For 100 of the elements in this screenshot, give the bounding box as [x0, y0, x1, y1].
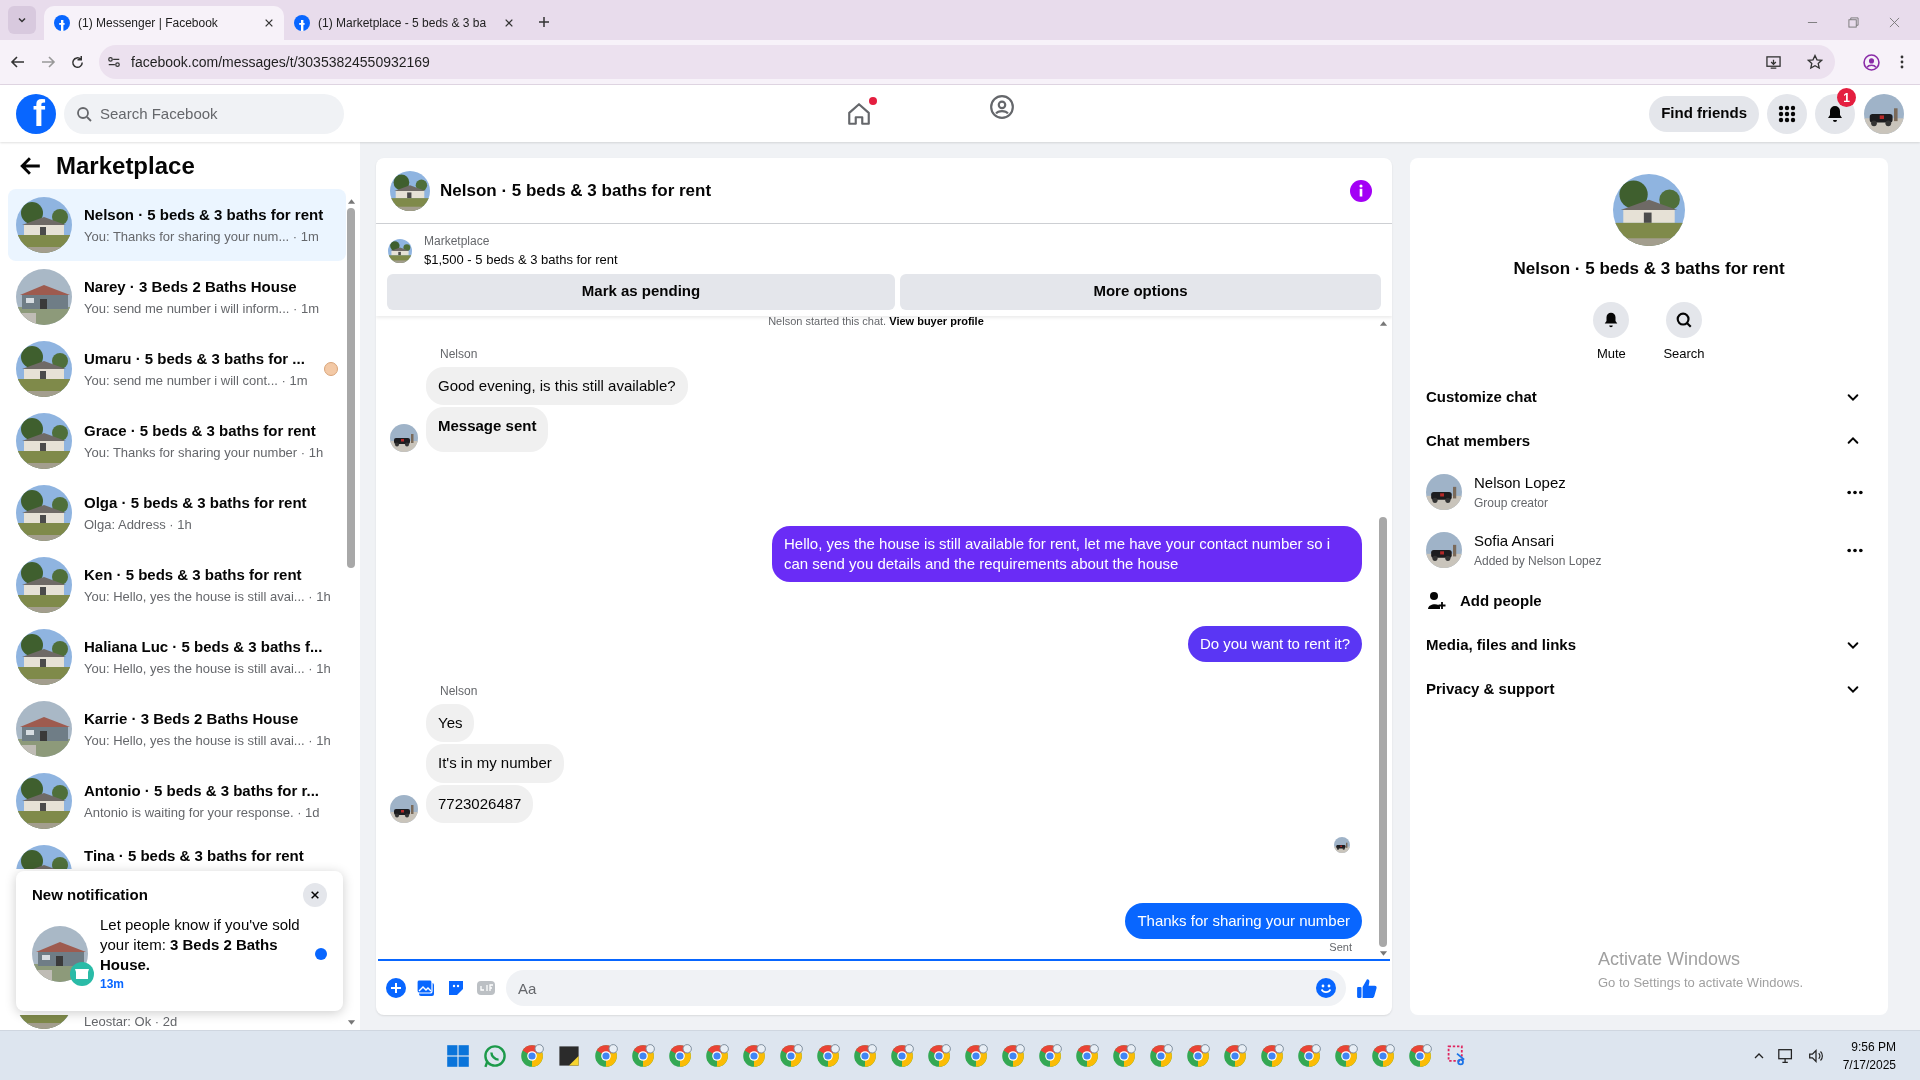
mark-pending-button[interactable]: Mark as pending — [387, 273, 895, 310]
menu-button[interactable] — [1767, 93, 1807, 134]
browser-icon[interactable] — [1259, 1043, 1284, 1068]
grid-icon[interactable] — [1778, 104, 1796, 123]
scroll-up-icon[interactable] — [1378, 319, 1388, 326]
scroll-down-icon[interactable] — [1378, 951, 1388, 957]
member-row[interactable]: Sofia Ansari Added by Nelson Lopez — [1426, 521, 1872, 579]
network-icon[interactable] — [1776, 1046, 1795, 1065]
browser-icon[interactable] — [1370, 1043, 1395, 1068]
find-friends-button[interactable]: Find friends — [1649, 95, 1759, 132]
bell-icon[interactable] — [1825, 103, 1845, 124]
browser-icon[interactable] — [704, 1043, 729, 1068]
section-header[interactable]: Chat members — [1426, 419, 1872, 463]
member-row[interactable]: Nelson Lopez Group creator — [1426, 463, 1872, 521]
add-people-button[interactable]: Add people — [1426, 579, 1872, 623]
emoji-icon[interactable] — [1316, 978, 1336, 998]
address-bar[interactable]: facebook.com/messages/t/30353824550932169 — [99, 45, 1835, 79]
notes-icon[interactable] — [556, 1043, 581, 1068]
scroll-down-icon[interactable] — [346, 1020, 356, 1026]
site-info-icon[interactable] — [107, 55, 121, 69]
browser-icon[interactable] — [852, 1043, 877, 1068]
photo-icon[interactable] — [416, 978, 436, 998]
forward-icon[interactable] — [40, 54, 56, 70]
conversation-item[interactable]: Grace · 5 beds & 3 baths for rent You: Thanks for sharing your number · 1h — [8, 405, 346, 477]
notifications-button[interactable] — [1815, 93, 1855, 134]
browser-icon[interactable] — [1148, 1043, 1173, 1068]
bookmark-star-icon[interactable] — [1807, 54, 1823, 70]
info-icon[interactable] — [1350, 179, 1372, 202]
close-icon[interactable] — [264, 18, 274, 28]
browser-icon[interactable] — [963, 1043, 988, 1068]
conversation-title: Ken · 5 beds & 3 baths for rent — [84, 565, 303, 585]
watermark-text: Go to Settings to activate Windows. — [1598, 974, 1804, 992]
conversation-item[interactable]: Olga · 5 beds & 3 baths for rent Olga: Address · 1h — [8, 477, 346, 549]
browser-icon[interactable] — [1000, 1043, 1025, 1068]
browser-icon[interactable] — [1296, 1043, 1321, 1068]
profile-icon[interactable] — [1863, 53, 1880, 71]
mute-button[interactable] — [1593, 301, 1630, 338]
conversation-item[interactable]: Nelson · 5 beds & 3 baths for rent You: Thanks for sharing your num... · 1m — [8, 189, 346, 261]
conversation-item[interactable]: Narey · 3 Beds 2 Baths House You: send me number i will inform... · 1m — [8, 261, 346, 333]
browser-icon[interactable] — [1333, 1043, 1358, 1068]
browser-icon[interactable] — [778, 1043, 803, 1068]
sidebar-title: Marketplace — [56, 150, 195, 181]
message-input[interactable]: Aa — [506, 970, 1346, 1006]
sticker-icon[interactable] — [446, 978, 466, 998]
more-options-button[interactable]: More options — [900, 273, 1381, 310]
conversation-item[interactable]: Karrie · 3 Beds 2 Baths House You: Hello, yes the house is still avai... · 1h — [8, 693, 346, 765]
new-tab-icon[interactable] — [538, 16, 550, 28]
scrollbar[interactable] — [346, 198, 356, 1026]
volume-icon[interactable] — [1806, 1046, 1825, 1065]
browser-icon[interactable] — [889, 1043, 914, 1068]
browser-icon[interactable] — [1222, 1043, 1247, 1068]
conversation-item[interactable]: Haliana Luc · 5 beds & 3 baths f... You: Hello, yes the house is still avai... · 1h — [8, 621, 346, 693]
more-icon[interactable] — [1846, 489, 1864, 495]
message-bubble: Thanks for sharing your number — [1125, 903, 1362, 939]
browser-icon[interactable] — [667, 1043, 692, 1068]
browser-icon[interactable] — [741, 1043, 766, 1068]
browser-icon[interactable] — [519, 1043, 544, 1068]
home-icon[interactable] — [845, 100, 872, 127]
scroll-up-icon[interactable] — [346, 198, 356, 204]
facebook-logo[interactable]: f — [16, 93, 56, 134]
browser-icon[interactable] — [1407, 1043, 1432, 1068]
groups-tab-icon[interactable] — [988, 93, 1015, 120]
sender-name: Nelson — [440, 345, 479, 363]
browser-icon[interactable] — [815, 1043, 840, 1068]
thumbs-up-icon[interactable] — [1356, 977, 1378, 999]
browser-tab[interactable]: (1) Messenger | Facebook — [44, 6, 284, 40]
search-field[interactable]: Search Facebook — [64, 93, 344, 134]
conversation-item[interactable]: Ken · 5 beds & 3 baths for rent You: Hello, yes the house is still avai... · 1h — [8, 549, 346, 621]
browser-icon[interactable] — [1037, 1043, 1062, 1068]
browser-icon[interactable] — [1111, 1043, 1136, 1068]
chat-title: Nelson · 5 beds & 3 baths for rent — [440, 179, 712, 202]
section-header[interactable]: Privacy & support — [1426, 667, 1872, 711]
back-icon[interactable] — [10, 54, 26, 70]
search-button[interactable] — [1666, 301, 1702, 338]
browser-icon[interactable] — [1185, 1043, 1210, 1068]
conversation-item[interactable]: Antonio · 5 beds & 3 baths for r... Antonio is waiting for your response. · 1d — [8, 765, 346, 837]
close-icon[interactable] — [310, 890, 320, 900]
search-icon[interactable] — [1675, 310, 1693, 329]
view-profile-link[interactable]: View buyer profile — [889, 314, 984, 327]
browser-icon[interactable] — [1074, 1043, 1099, 1068]
section-header[interactable]: Media, files and links — [1426, 623, 1872, 667]
browser-tab[interactable]: (1) Marketplace - 5 beds & 3 ba — [284, 6, 524, 40]
reload-icon[interactable] — [70, 54, 85, 70]
chat-app-icon[interactable] — [482, 1043, 507, 1068]
install-icon[interactable] — [1766, 54, 1781, 70]
conversation-item[interactable]: Umaru · 5 beds & 3 baths for ... You: send me number i will cont... · 1m — [8, 333, 346, 405]
plus-icon[interactable] — [386, 978, 406, 998]
start-icon[interactable] — [445, 1043, 470, 1068]
browser-icon[interactable] — [630, 1043, 655, 1068]
close-button[interactable] — [303, 883, 327, 907]
facebook-icon — [54, 15, 70, 31]
browser-icon[interactable] — [926, 1043, 951, 1068]
add-person-icon[interactable] — [1426, 591, 1446, 611]
scrollbar[interactable] — [1378, 319, 1388, 957]
section-header[interactable]: Customize chat — [1426, 375, 1872, 419]
more-icon[interactable] — [1846, 547, 1864, 553]
browser-icon[interactable] — [593, 1043, 618, 1068]
close-icon[interactable] — [504, 18, 514, 28]
action-label: Mute — [1596, 344, 1626, 363]
restore-icon[interactable] — [1848, 17, 1859, 28]
